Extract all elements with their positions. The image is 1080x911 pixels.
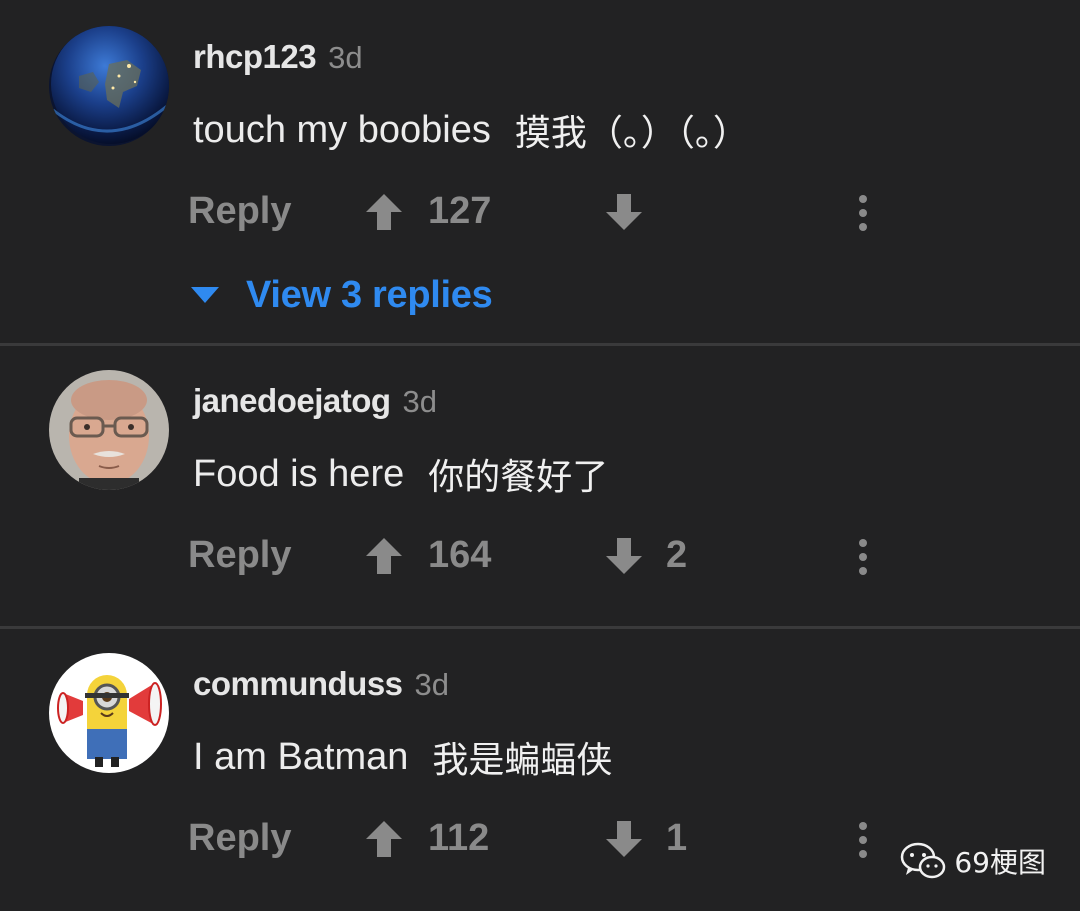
comment-text: touch my boobies 摸我（。）（。） bbox=[193, 102, 749, 158]
upvote-count: 112 bbox=[428, 817, 490, 859]
downvote-count: 2 bbox=[666, 534, 688, 576]
watermark: 69梗图 bbox=[900, 841, 1046, 881]
minion-megaphone-avatar[interactable] bbox=[49, 653, 169, 773]
upvote-count: 127 bbox=[428, 190, 492, 232]
upvote-count: 164 bbox=[428, 534, 492, 576]
caret-down-icon bbox=[191, 287, 219, 303]
username[interactable]: rhcp123 bbox=[193, 38, 317, 76]
downvote-icon[interactable] bbox=[604, 192, 644, 232]
timestamp: 3d bbox=[328, 40, 363, 75]
view-replies-button[interactable]: View 3 replies bbox=[190, 270, 493, 320]
upvote-icon[interactable] bbox=[364, 819, 404, 859]
upvote-icon[interactable] bbox=[364, 192, 404, 232]
username[interactable]: communduss bbox=[193, 665, 403, 703]
comment-meta: rhcp123 3d bbox=[193, 38, 363, 82]
comment-text: Food is here 你的餐好了 bbox=[193, 446, 608, 502]
timestamp: 3d bbox=[414, 667, 450, 702]
comment-1: rhcp123 3d touch my boobies 摸我（。）（。） Rep… bbox=[0, 0, 1080, 343]
reply-button[interactable]: Reply bbox=[188, 817, 291, 860]
comment-text-zh: 摸我（。）（。） bbox=[514, 113, 749, 154]
username[interactable]: janedoejatog bbox=[193, 382, 391, 420]
man-glasses-avatar[interactable] bbox=[49, 370, 169, 490]
comment-2: janedoejatog 3d Food is here 你的餐好了 Reply… bbox=[0, 346, 1080, 626]
comment-text-en: touch my boobies bbox=[193, 108, 491, 151]
comment-meta: janedoejatog 3d bbox=[193, 382, 437, 426]
more-options-icon[interactable] bbox=[849, 194, 877, 232]
downvote-icon[interactable] bbox=[604, 536, 644, 576]
comment-text-zh: 你的餐好了 bbox=[428, 457, 609, 498]
upvote-icon[interactable] bbox=[364, 536, 404, 576]
comment-text-en: Food is here bbox=[193, 452, 405, 495]
earth-avatar[interactable] bbox=[49, 26, 169, 146]
comment-text: I am Batman 我是蝙蝠侠 bbox=[193, 729, 612, 785]
comment-actions: Reply 127 bbox=[0, 182, 1080, 242]
reply-button[interactable]: Reply bbox=[188, 534, 291, 577]
comment-thread: rhcp123 3d touch my boobies 摸我（。）（。） Rep… bbox=[0, 0, 1080, 911]
more-options-icon[interactable] bbox=[849, 538, 877, 576]
timestamp: 3d bbox=[402, 384, 438, 419]
comment-actions: Reply 164 2 bbox=[0, 526, 1080, 586]
comment-text-en: I am Batman bbox=[193, 735, 409, 778]
comment-text-zh: 我是蝙蝠侠 bbox=[432, 740, 613, 781]
view-replies-label: View 3 replies bbox=[246, 273, 493, 316]
downvote-icon[interactable] bbox=[604, 819, 644, 859]
comment-meta: communduss 3d bbox=[193, 665, 449, 709]
watermark-text: 69梗图 bbox=[954, 846, 1046, 879]
wechat-icon bbox=[901, 842, 946, 879]
more-options-icon[interactable] bbox=[849, 821, 877, 859]
reply-button[interactable]: Reply bbox=[188, 190, 291, 233]
downvote-count: 1 bbox=[666, 817, 688, 859]
